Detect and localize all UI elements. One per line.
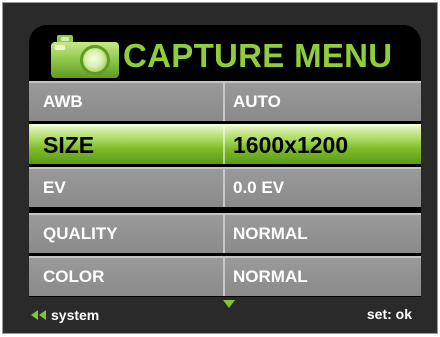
set-ok-label: set: ok xyxy=(366,306,412,322)
row-label: AWB xyxy=(43,92,83,111)
menu-row-awb[interactable]: AWB AUTO xyxy=(29,81,421,121)
menu-title: CAPTURE MENU xyxy=(123,37,393,74)
row-label: SIZE xyxy=(43,132,95,158)
menu-footer: system set: ok xyxy=(2,294,438,334)
camera-icon xyxy=(51,35,119,78)
down-arrow-icon[interactable] xyxy=(223,300,235,308)
column-divider xyxy=(223,258,225,296)
double-left-arrow-icon xyxy=(31,310,46,320)
row-value: NORMAL xyxy=(233,224,308,243)
menu-row-quality[interactable]: QUALITY NORMAL xyxy=(29,213,421,253)
menu-row-color[interactable]: COLOR NORMAL xyxy=(29,256,421,296)
menu-row-ev[interactable]: EV 0.0 EV xyxy=(29,167,421,207)
row-label: COLOR xyxy=(43,267,105,286)
row-value: 0.0 EV xyxy=(233,178,285,197)
nav-system-button[interactable]: system xyxy=(31,307,99,323)
capture-menu-panel: CAPTURE MENU AWB AUTO SIZE 1600x1200 EV … xyxy=(29,25,421,297)
row-value: 1600x1200 xyxy=(233,132,349,158)
row-value: AUTO xyxy=(233,92,281,111)
column-divider xyxy=(223,169,225,207)
row-label: EV xyxy=(43,178,66,197)
column-divider xyxy=(223,126,225,164)
camera-screen: CAPTURE MENU AWB AUTO SIZE 1600x1200 EV … xyxy=(2,2,438,334)
column-divider xyxy=(223,215,225,253)
row-label: QUALITY xyxy=(43,224,118,243)
column-divider xyxy=(223,83,225,121)
menu-row-size[interactable]: SIZE 1600x1200 xyxy=(29,124,421,164)
nav-system-label: system xyxy=(51,307,100,323)
row-value: NORMAL xyxy=(233,267,308,286)
menu-header: CAPTURE MENU xyxy=(29,25,421,81)
